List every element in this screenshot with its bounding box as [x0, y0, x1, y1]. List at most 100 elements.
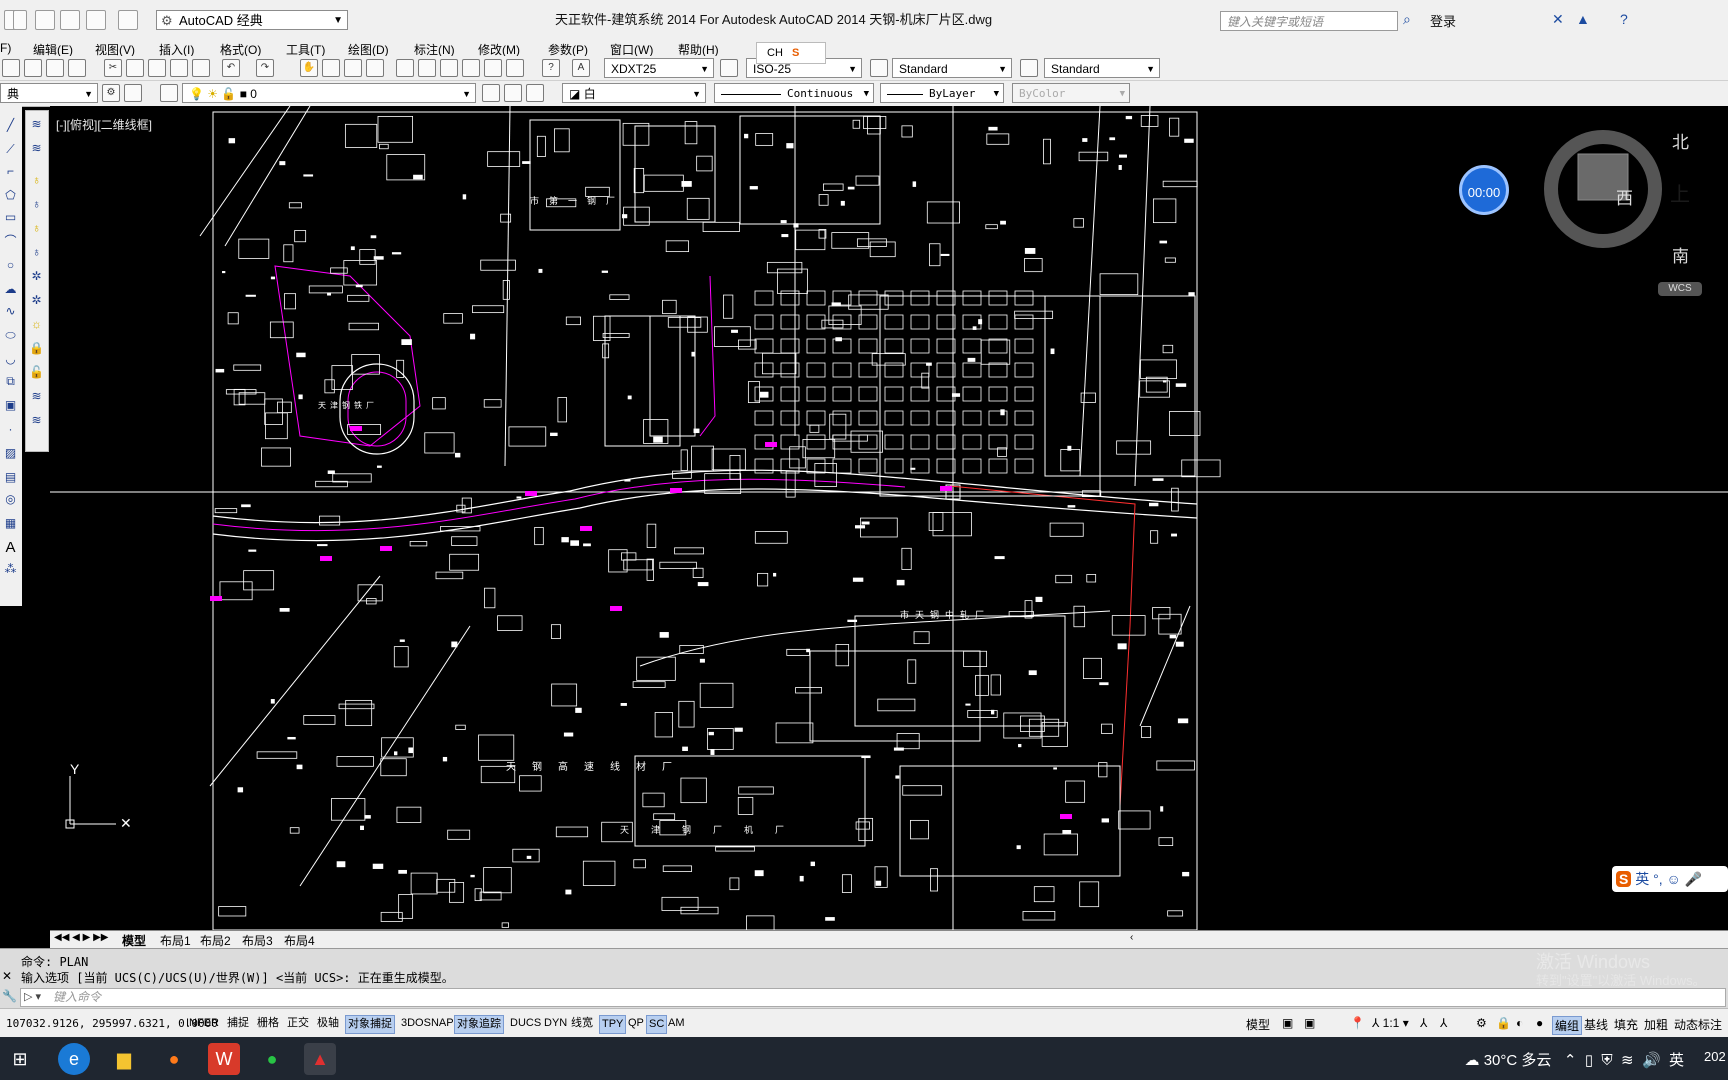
revcloud-icon[interactable]: ☁ — [3, 282, 18, 297]
save-icon[interactable] — [13, 10, 27, 30]
status-toggle-3[interactable]: 正交 — [285, 1015, 311, 1032]
preview-icon[interactable] — [24, 59, 42, 77]
toolbar-lock-icon[interactable]: 🔒 — [1496, 1016, 1511, 1030]
layer-freeze-icon[interactable]: ✲ — [29, 269, 44, 284]
annotation-scale[interactable]: ⅄ 1:1 ▾ — [1372, 1016, 1409, 1030]
construction-line-icon[interactable]: ⟋ — [3, 142, 18, 157]
wcs-menu[interactable]: WCS — [1658, 282, 1702, 296]
layer-stack-icon[interactable]: ≋ — [29, 117, 44, 132]
line-icon[interactable]: ╱ — [3, 118, 18, 133]
layer-merge-icon[interactable]: ≋ — [29, 389, 44, 404]
status-toggle-1[interactable]: 捕捉 — [225, 1015, 251, 1032]
status-toggle-4[interactable]: 极轴 — [315, 1015, 341, 1032]
circle-icon[interactable]: ○ — [3, 258, 18, 273]
volume-icon[interactable]: 🔊 — [1642, 1052, 1661, 1069]
make-current-icon[interactable] — [482, 84, 500, 102]
layer-match-icon[interactable]: ≋ — [29, 141, 44, 156]
ime-toolbar[interactable]: S 英 °, ☺ 🎤 — [1612, 866, 1728, 892]
plot-icon[interactable] — [68, 59, 86, 77]
layer-delete-icon[interactable]: ≋ — [29, 413, 44, 428]
pin-icon[interactable]: 📍 — [1350, 1016, 1365, 1030]
layer-previous-icon[interactable] — [504, 84, 522, 102]
matchprop-icon[interactable] — [170, 59, 188, 77]
status-toggle-14[interactable]: AM — [666, 1015, 687, 1032]
toggle-bold[interactable]: 加粗 — [1644, 1016, 1668, 1033]
viewcube-top[interactable]: 上 — [1670, 178, 1690, 207]
color-select[interactable]: ◪ 白 ▼ — [562, 83, 706, 103]
search-input[interactable]: 键入关键字或短语 — [1220, 11, 1398, 31]
workspace-switch-icon[interactable]: ⚙ — [1476, 1016, 1487, 1030]
layer-manager-icon[interactable] — [160, 84, 178, 102]
status-toggle-9[interactable]: DYN — [542, 1015, 569, 1032]
layer-isolate-icon[interactable]: ♁ — [29, 245, 44, 260]
tab-model[interactable]: 模型 — [122, 932, 146, 949]
hscroll-left-icon[interactable]: ‹ — [1130, 932, 1133, 943]
wrench-icon[interactable]: 🔧 — [2, 989, 17, 1003]
redo-icon[interactable]: ↷ — [256, 59, 274, 77]
ellipse-arc-icon[interactable]: ◡ — [3, 352, 18, 367]
text-style-select[interactable]: XDXT25 ▼ — [604, 58, 714, 78]
toggle-dynamic-dim[interactable]: 动态标注 — [1674, 1016, 1722, 1033]
properties-icon[interactable] — [396, 59, 414, 77]
wifi-icon[interactable]: ≋ — [1621, 1052, 1634, 1069]
table-style-select[interactable]: Standard ▼ — [892, 58, 1012, 78]
new-icon[interactable] — [2, 59, 20, 77]
block-editor-icon[interactable] — [192, 59, 210, 77]
chevron-up-icon[interactable]: ⌃ — [1564, 1052, 1577, 1069]
sun-icon[interactable]: ☼ — [29, 317, 44, 332]
mtext-icon[interactable]: A — [3, 540, 18, 555]
command-input[interactable]: 键入命令 — [20, 988, 1726, 1007]
toggle-fill[interactable]: 填充 — [1614, 1016, 1638, 1033]
gradient-icon[interactable]: ▤ — [3, 470, 18, 485]
markup-icon[interactable] — [484, 59, 502, 77]
status-toggle-7[interactable]: 对象追踪 — [454, 1015, 504, 1034]
layer-lock-icon[interactable]: 🔒 — [29, 341, 44, 356]
design-center-icon[interactable] — [418, 59, 436, 77]
linetype-select[interactable]: Continuous ▼ — [714, 83, 874, 103]
ime-icon[interactable]: 英 — [1669, 1052, 1684, 1069]
model-space-button[interactable]: 模型 — [1246, 1016, 1270, 1033]
layer-select[interactable]: 💡 ☀ 🔓 ■ 0 ▼ — [182, 83, 476, 103]
tool-icon[interactable] — [124, 84, 142, 102]
cut-icon[interactable]: ✂ — [104, 59, 122, 77]
status-toggle-12[interactable]: QP — [626, 1015, 646, 1032]
weather-text[interactable]: 30°C 多云 — [1484, 1052, 1552, 1069]
multileader-style-select[interactable]: Standard ▼ — [1044, 58, 1160, 78]
exchange-icon[interactable]: ✕ — [1552, 11, 1564, 28]
tab-layout1[interactable]: 布局1 — [160, 932, 191, 949]
bulb-icon[interactable]: ♁ — [29, 173, 44, 188]
clock[interactable]: 202 — [1704, 1049, 1726, 1064]
viewport-controls[interactable]: [-][俯视][二维线框] — [56, 116, 152, 133]
make-block-icon[interactable]: ▣ — [3, 398, 18, 413]
status-toggle-2[interactable]: 栅格 — [255, 1015, 281, 1032]
rectangle-icon[interactable]: ▭ — [3, 210, 18, 225]
insert-block-icon[interactable]: ⧉ — [3, 374, 18, 389]
compass-south[interactable]: 南 — [1672, 242, 1689, 267]
timer-badge[interactable]: 00:00 — [1459, 165, 1509, 215]
tab-layout4[interactable]: 布局4 — [284, 932, 315, 949]
layer-on-icon[interactable]: ♁ — [29, 221, 44, 236]
layer-thaw-icon[interactable]: ✲ — [29, 293, 44, 308]
isolate-objects-icon[interactable]: ● — [1536, 1016, 1543, 1030]
security-icon[interactable]: ⛨ — [1601, 1052, 1612, 1069]
login-button[interactable]: 登录 — [1430, 11, 1456, 30]
table-style-icon[interactable] — [870, 59, 888, 77]
toggle-group[interactable]: 编组 — [1552, 1016, 1583, 1035]
wechat-icon[interactable]: ● — [256, 1043, 288, 1075]
spline-icon[interactable]: ∿ — [3, 304, 18, 319]
workspace-select[interactable]: ⚙ AutoCAD 经典 ▼ — [156, 10, 348, 30]
edge-icon[interactable]: e — [58, 1043, 90, 1075]
zoom-realtime-icon[interactable] — [322, 59, 340, 77]
ellipse-icon[interactable]: ⬭ — [3, 328, 18, 343]
dim-style-icon[interactable] — [720, 59, 738, 77]
undo-icon[interactable] — [86, 10, 106, 30]
zoom-window-icon[interactable] — [344, 59, 362, 77]
add-selected-icon[interactable]: ⁂ — [3, 562, 18, 577]
autocad-icon[interactable]: ▲ — [304, 1043, 336, 1075]
hardware-accel-icon[interactable]: ◐ — [1516, 1016, 1523, 1030]
saveas-icon[interactable] — [35, 10, 55, 30]
region-icon[interactable]: ◎ — [3, 492, 18, 507]
quick-view-layouts-icon[interactable]: ▣ — [1282, 1016, 1293, 1030]
status-toggle-0[interactable]: INFER — [184, 1015, 221, 1032]
point-icon[interactable]: · — [3, 422, 18, 437]
